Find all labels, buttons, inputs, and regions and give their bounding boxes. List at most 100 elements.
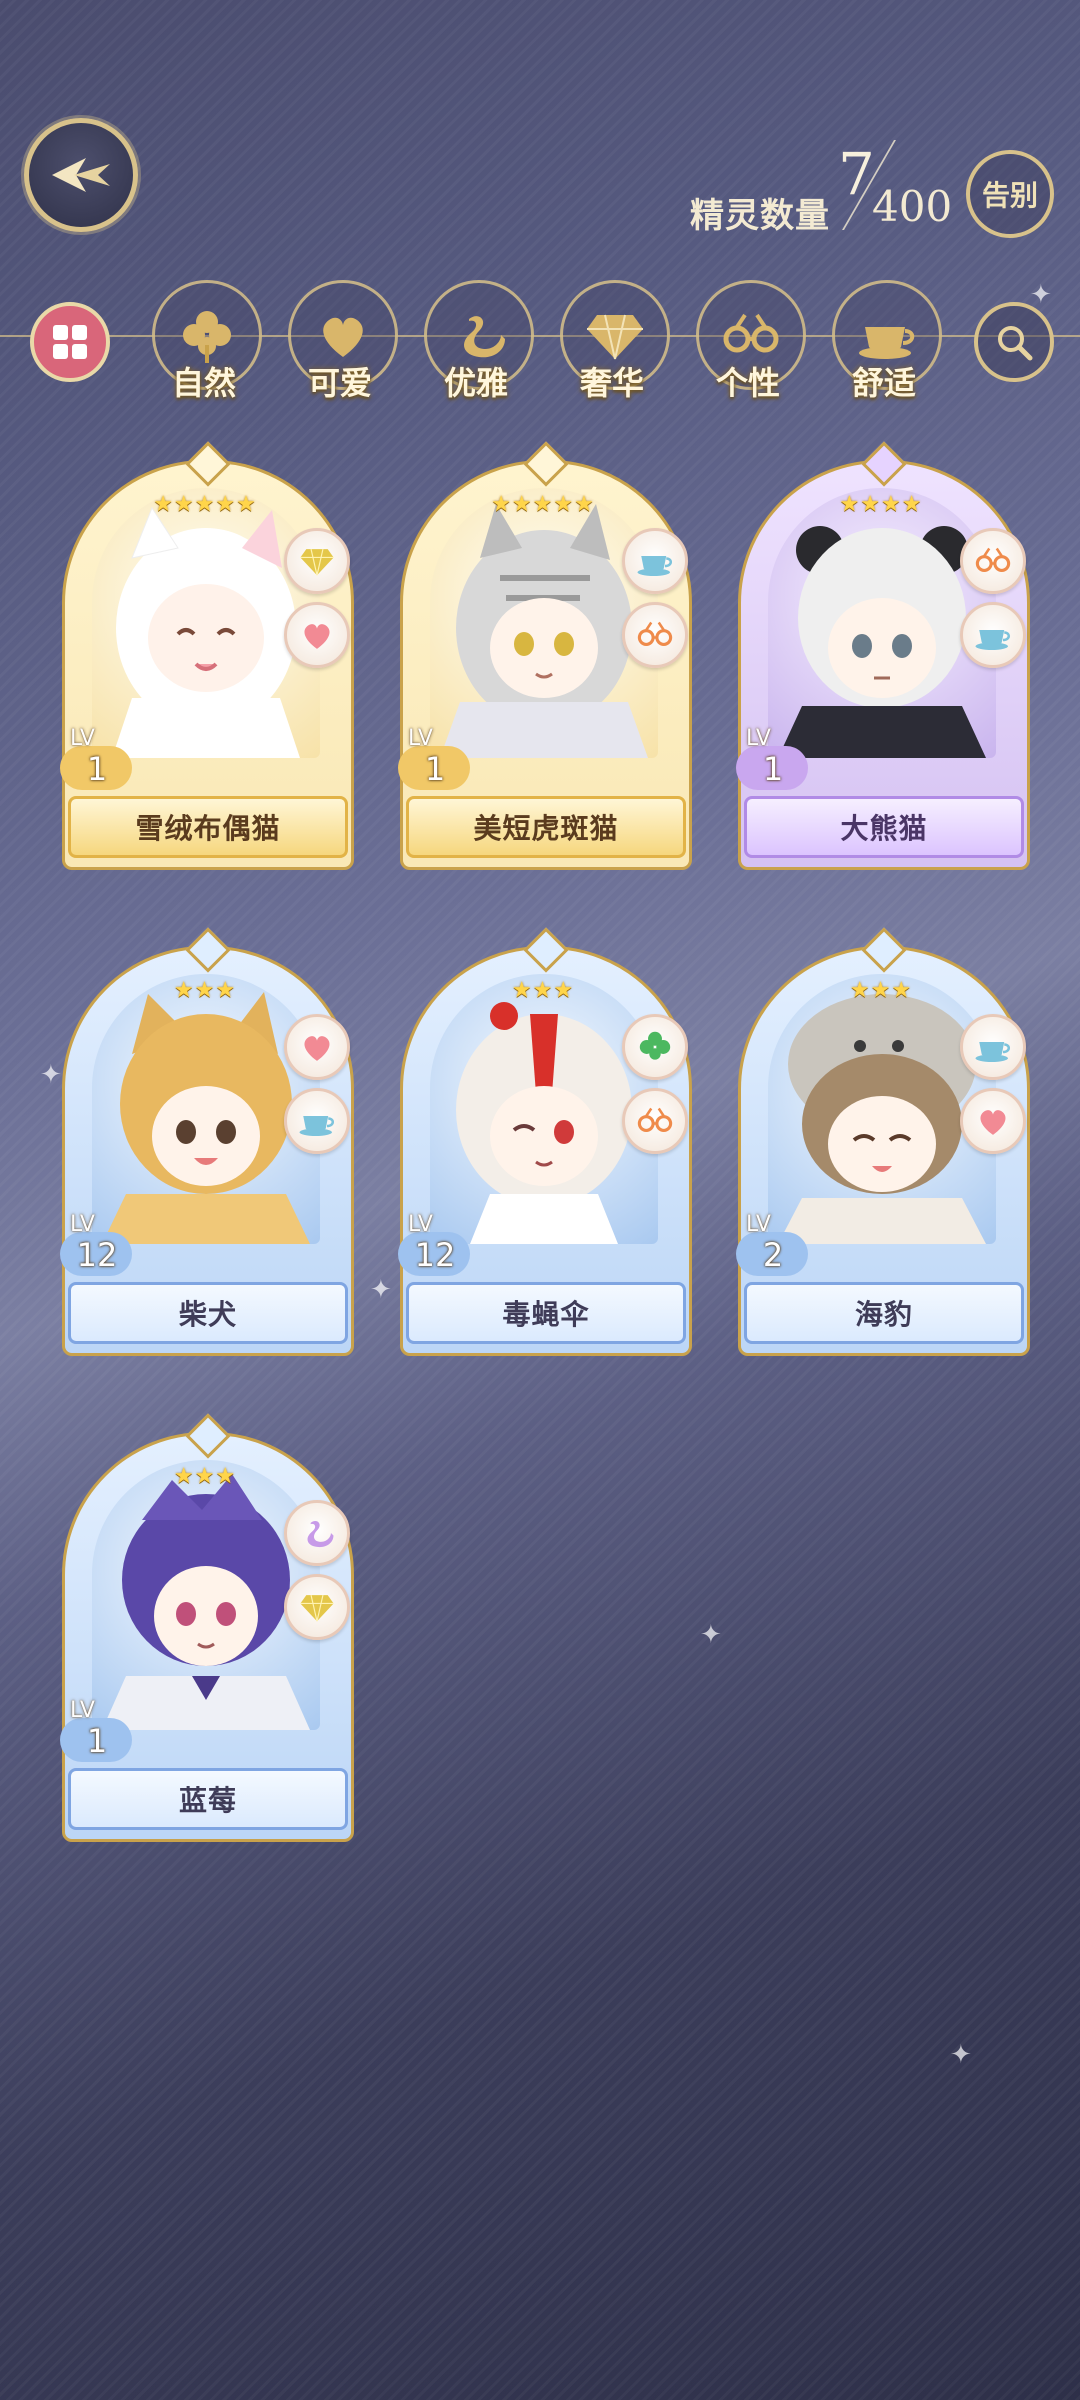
trait-badge [284, 1574, 350, 1640]
back-button[interactable] [24, 118, 138, 232]
swan-icon [298, 1514, 336, 1552]
level-badge: LV 2 [732, 1212, 814, 1276]
trait-badge [960, 602, 1026, 668]
teacup-icon [297, 1102, 337, 1140]
spirit-count: 精灵数量 7 400 [690, 140, 953, 240]
trait-badge [960, 1088, 1026, 1154]
category-comfort[interactable]: 舒适 [832, 280, 944, 410]
level-label: LV [70, 1212, 95, 1237]
level-value: 12 [76, 1236, 118, 1274]
star-rating: ★★★★★ [491, 492, 595, 517]
spirit-name: 蓝莓 [68, 1768, 348, 1830]
category-label: 自然 [171, 364, 236, 402]
level-value: 2 [762, 1236, 784, 1274]
swan-icon [464, 316, 505, 358]
spirit-name: 美短虎斑猫 [406, 796, 686, 858]
level-value: 1 [86, 1722, 108, 1760]
glasses-icon [635, 616, 675, 654]
farewell-button[interactable]: 告别 [966, 150, 1054, 238]
teacup-icon [859, 327, 915, 359]
trait-badge [622, 1088, 688, 1154]
teacup-icon [635, 542, 675, 580]
clover-icon [183, 311, 231, 363]
trait-badge [284, 1500, 350, 1566]
back-arrow-icon [52, 158, 110, 192]
category-label: 可爱 [307, 364, 372, 402]
glasses-icon [723, 313, 779, 353]
spirit-count-total: 400 [872, 182, 953, 231]
teacup-icon [973, 1028, 1013, 1066]
spirit-name: 大熊猫 [744, 796, 1024, 858]
level-label: LV [746, 1212, 771, 1237]
category-label: 优雅 [443, 364, 508, 402]
star-rating: ★★★★ [839, 492, 923, 517]
level-label: LV [70, 1698, 95, 1723]
level-label: LV [408, 726, 433, 751]
category-label: 奢华 [579, 364, 644, 402]
trait-badge [960, 1014, 1026, 1080]
star-rating: ★★★ [173, 1464, 237, 1489]
trait-badge [284, 528, 350, 594]
spirit-card[interactable]: ★★★★★ LV 1 雪绒布偶猫 [60, 441, 354, 870]
star-rating: ★★★ [511, 978, 575, 1003]
star-rating: ★★★★★ [153, 492, 257, 517]
spirit-card[interactable]: ★★★★★ LV 1 美短虎斑猫 [398, 441, 692, 870]
level-value: 1 [424, 750, 446, 788]
trait-badge [960, 528, 1026, 594]
heart-icon [298, 616, 336, 654]
heart-icon [974, 1102, 1012, 1140]
trait-badge [284, 602, 350, 668]
glasses-icon [635, 1102, 675, 1140]
level-label: LV [70, 726, 95, 751]
sparkle-icon: ✦ [370, 1275, 392, 1305]
trait-badge [284, 1088, 350, 1154]
sparkle-icon: ✦ [950, 2040, 972, 2070]
trait-badge [284, 1014, 350, 1080]
category-elegant[interactable]: 优雅 [424, 280, 536, 410]
spirit-name: 毒蝇伞 [406, 1282, 686, 1344]
category-cute[interactable]: 可爱 [288, 280, 400, 410]
heart-icon [298, 1028, 336, 1066]
spirit-card[interactable]: ★★★ LV 12 柴犬 [60, 927, 354, 1356]
category-label: 舒适 [851, 364, 916, 402]
search-button[interactable] [974, 302, 1054, 382]
diamond-icon [587, 314, 643, 360]
level-label: LV [408, 1212, 433, 1237]
spirit-count-label: 精灵数量 [690, 196, 830, 236]
farewell-label: 告别 [981, 179, 1038, 212]
spirit-card[interactable]: ★★★ LV 2 海豹 [736, 927, 1030, 1356]
spirit-name: 柴犬 [68, 1282, 348, 1344]
sparkle-icon: ✦ [700, 1620, 722, 1650]
level-value: 1 [86, 750, 108, 788]
spirit-card[interactable]: ★★★ LV 12 毒蝇伞 [398, 927, 692, 1356]
level-badge: LV 1 [56, 1698, 138, 1762]
clover-icon [636, 1028, 674, 1066]
heart-icon [323, 317, 363, 357]
grid-icon [53, 325, 87, 359]
star-rating: ★★★ [849, 978, 913, 1003]
sparkle-icon: ✦ [40, 1060, 62, 1090]
spirit-card[interactable]: ★★★ LV 1 蓝莓 [60, 1413, 354, 1842]
star-rating: ★★★ [173, 978, 237, 1003]
level-value: 12 [414, 1236, 456, 1274]
trait-badge [622, 602, 688, 668]
trait-badge [622, 528, 688, 594]
category-personality[interactable]: 个性 [696, 280, 808, 410]
level-badge: LV 12 [394, 1212, 476, 1276]
level-label: LV [746, 726, 771, 751]
spirit-name: 雪绒布偶猫 [68, 796, 348, 858]
teacup-icon [973, 616, 1013, 654]
diamond-icon [298, 1589, 336, 1625]
level-badge: LV 1 [394, 726, 476, 790]
category-luxury[interactable]: 奢华 [560, 280, 672, 410]
category-all-button[interactable] [30, 302, 110, 382]
level-badge: LV 1 [732, 726, 814, 790]
level-badge: LV 1 [56, 726, 138, 790]
category-nature[interactable]: 自然 [152, 280, 264, 410]
spirit-card[interactable]: ★★★★ LV 1 大熊猫 [736, 441, 1030, 870]
level-value: 1 [762, 750, 784, 788]
search-icon [998, 326, 1033, 361]
diamond-icon [298, 543, 336, 579]
category-bar: 自然 可爱 优雅 奢华 个性 舒适 [0, 270, 1080, 410]
level-badge: LV 12 [56, 1212, 138, 1276]
